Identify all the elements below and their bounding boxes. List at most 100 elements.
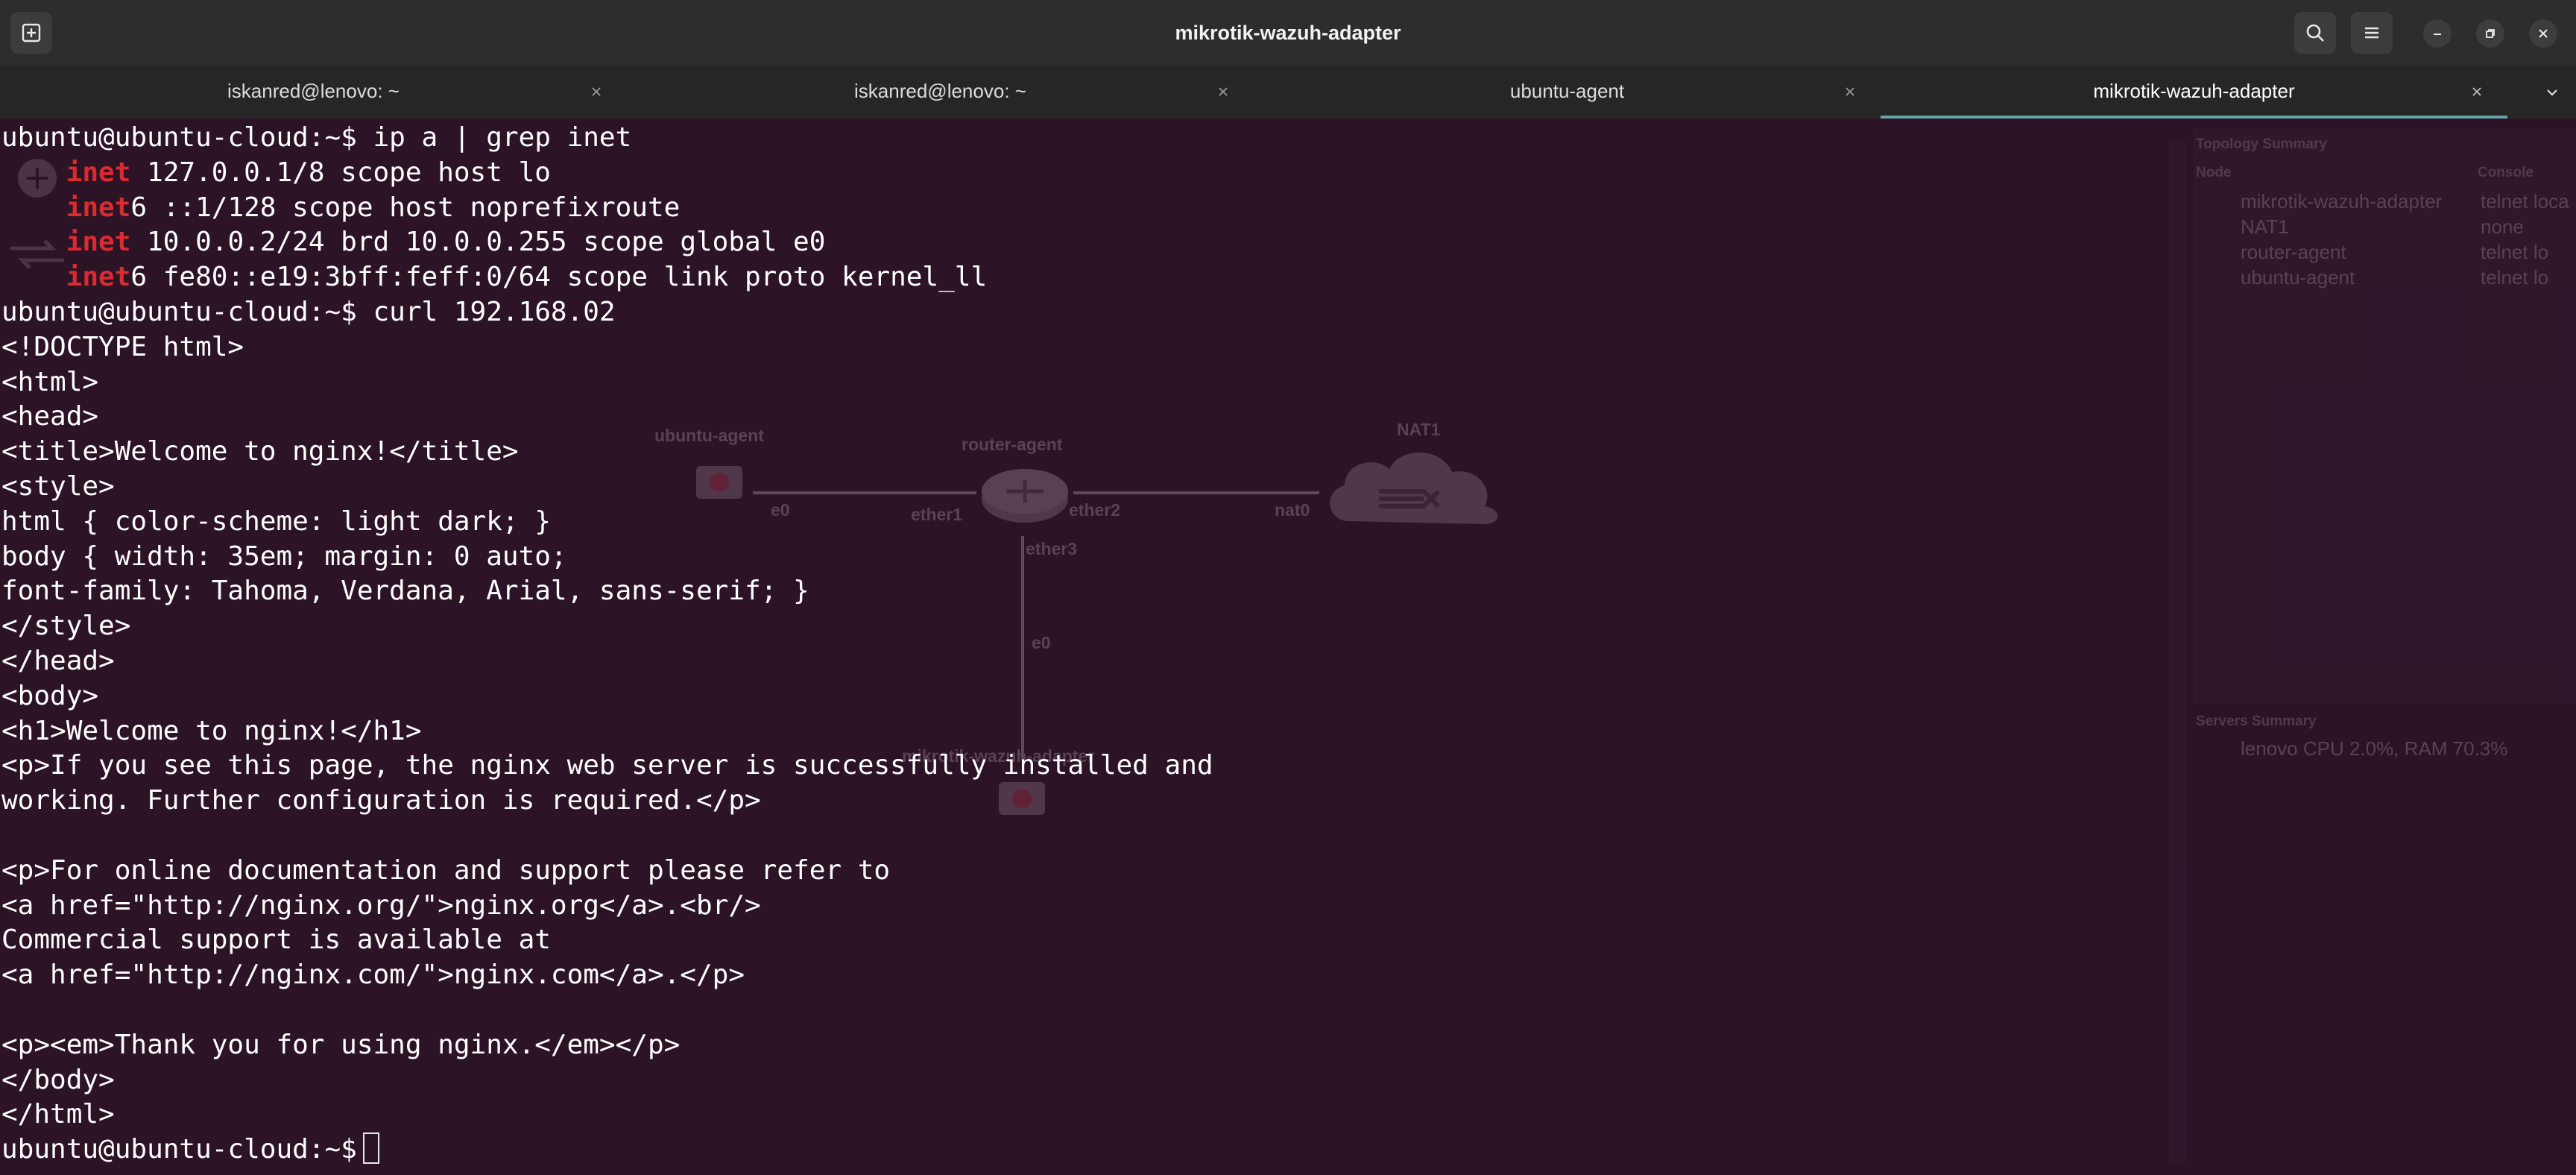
output-line: <p>If you see this page, the nginx web s… [1, 750, 1213, 781]
output-line: <a href="http://nginx.com/">nginx.com</a… [1, 960, 745, 991]
terminal-view[interactable]: ubuntu-agent router-agent NAT1 mikrotik-… [0, 119, 2576, 1175]
line-text: 6 ::1/128 scope host noprefixroute [130, 192, 681, 223]
close-icon [590, 85, 603, 98]
command-line: ubuntu@ubuntu-cloud:~$ curl 192.168.02 [1, 295, 1213, 330]
grep-match-line: inet 127.0.0.1/8 scope host lo [1, 156, 1213, 191]
close-tab-button[interactable] [2464, 79, 2490, 104]
search-button[interactable] [2294, 12, 2336, 54]
output-line: <html> [1, 366, 99, 397]
nat1-cloud-icon [1319, 439, 1528, 544]
output-line: <p>For online documentation and support … [1, 854, 891, 886]
shell-prompt: ubuntu@ubuntu-cloud:~$ [1, 122, 357, 153]
output-line: font-family: Tahoma, Verdana, Arial, san… [1, 576, 809, 607]
restore-icon [2484, 28, 2496, 40]
maximize-button[interactable] [2476, 19, 2504, 48]
line-text: 10.0.0.2/24 brd 10.0.0.255 scope global … [130, 227, 826, 258]
output-line: working. Further configuration is requir… [1, 785, 761, 816]
line-text: 127.0.0.1/8 scope host lo [130, 157, 551, 188]
node-label: NAT1 [1397, 420, 1441, 439]
tab-label: iskanred@lenovo: ~ [854, 80, 1026, 102]
output-line: </body> [1, 1064, 115, 1095]
output-line: <title>Welcome to nginx!</title> [1, 436, 519, 467]
command-text: ip a | grep inet [356, 122, 632, 153]
close-icon [1216, 85, 1230, 98]
topology-row: mikrotik-wazuh-adapter telnet loca [2203, 190, 2576, 212]
close-window-button[interactable] [2529, 19, 2557, 48]
shell-prompt: ubuntu@ubuntu-cloud:~$ [1, 296, 357, 327]
topology-row: NAT1 none [2203, 215, 2576, 238]
grep-match-line: inet6 fe80::e19:3bff:feff:0/64 scope lin… [1, 260, 1213, 295]
tab-ubuntu-agent[interactable]: ubuntu-agent [1254, 66, 1881, 119]
node-console: telnet lo [2481, 266, 2549, 289]
shell-prompt: ubuntu@ubuntu-cloud:~$ [1, 1134, 357, 1165]
grep-match-highlight: inet [66, 157, 131, 188]
node-name: NAT1 [2241, 215, 2289, 238]
topology-row: router-agent telnet lo [2203, 241, 2576, 263]
header-bar: mikrotik-wazuh-adapter [0, 0, 2576, 66]
output-line: <h1>Welcome to nginx!</h1> [1, 715, 422, 746]
hamburger-menu-icon [2362, 23, 2381, 42]
minimize-icon [2431, 28, 2443, 40]
topology-summary-title: Topology Summary [2196, 136, 2327, 152]
output-line: Commercial support is available at [1, 924, 551, 956]
tab-label: iskanred@lenovo: ~ [227, 80, 400, 102]
output-line: </head> [1, 645, 115, 676]
grep-match-highlight: inet [66, 192, 131, 223]
servers-summary-title: Servers Summary [2196, 713, 2317, 729]
tab-list-button[interactable] [2536, 76, 2569, 109]
new-tab-button[interactable] [10, 12, 52, 54]
topology-row: ubuntu-agent telnet lo [2203, 266, 2576, 289]
grep-match-line: inet6 ::1/128 scope host noprefixroute [1, 191, 1213, 226]
tab-mikrotik-wazuh-adapter[interactable]: mikrotik-wazuh-adapter [1881, 66, 2507, 119]
grep-match-highlight: inet [66, 262, 131, 293]
output-line: <a href="http://nginx.org/">nginx.org</a… [1, 889, 761, 921]
command-text: curl 192.168.02 [356, 296, 616, 327]
server-status: lenovo CPU 2.0%, RAM 70.3% [2241, 737, 2508, 760]
close-tab-button[interactable] [1210, 79, 1236, 104]
menu-button[interactable] [2351, 12, 2393, 54]
close-icon [2470, 85, 2484, 98]
topology-summary-columns: Node Console [2196, 165, 2569, 181]
node-name: router-agent [2241, 241, 2346, 263]
terminal-output: ubuntu@ubuntu-cloud:~$ ip a | grep inet … [1, 121, 1213, 1168]
node-console: telnet lo [2481, 241, 2549, 263]
background-scrollbar [2169, 141, 2185, 1162]
output-line: html { color-scheme: light dark; } [1, 505, 551, 537]
text-cursor [362, 1133, 379, 1165]
tab-label: ubuntu-agent [1509, 80, 1625, 102]
output-line: body { width: 35em; margin: 0 auto; [1, 541, 567, 572]
node-name: mikrotik-wazuh-adapter [2241, 190, 2443, 212]
port-label: nat0 [1275, 500, 1310, 520]
minimize-button[interactable] [2423, 19, 2452, 48]
output-line: <style> [1, 470, 115, 502]
output-line: <p><em>Thank you for using nginx.</em></… [1, 1029, 681, 1060]
node-name: ubuntu-agent [2241, 266, 2355, 289]
close-tab-button[interactable] [1837, 79, 1863, 104]
node-console: telnet loca [2481, 190, 2569, 212]
tab-terminal-2[interactable]: iskanred@lenovo: ~ [627, 66, 1254, 119]
tab-terminal-1[interactable]: iskanred@lenovo: ~ [0, 66, 627, 119]
output-line: </style> [1, 611, 131, 642]
search-icon [2305, 22, 2326, 43]
close-icon [2537, 28, 2549, 40]
col-node: Node [2196, 165, 2232, 180]
output-line: <head> [1, 401, 99, 432]
grep-match-highlight: inet [66, 227, 131, 258]
col-console: Console [2478, 165, 2534, 180]
line-text: 6 fe80::e19:3bff:feff:0/64 scope link pr… [130, 262, 988, 293]
tab-label: mikrotik-wazuh-adapter [2093, 80, 2295, 102]
close-icon [1843, 85, 1857, 98]
output-line: <body> [1, 680, 99, 711]
close-tab-button[interactable] [584, 79, 609, 104]
window-title: mikrotik-wazuh-adapter [1175, 22, 1401, 44]
new-tab-icon [20, 22, 42, 44]
output-line: </html> [1, 1099, 115, 1130]
prompt-line: ubuntu@ubuntu-cloud:~$ [1, 1133, 1213, 1168]
servers-summary-row: lenovo CPU 2.0%, RAM 70.3% [2203, 737, 2576, 760]
